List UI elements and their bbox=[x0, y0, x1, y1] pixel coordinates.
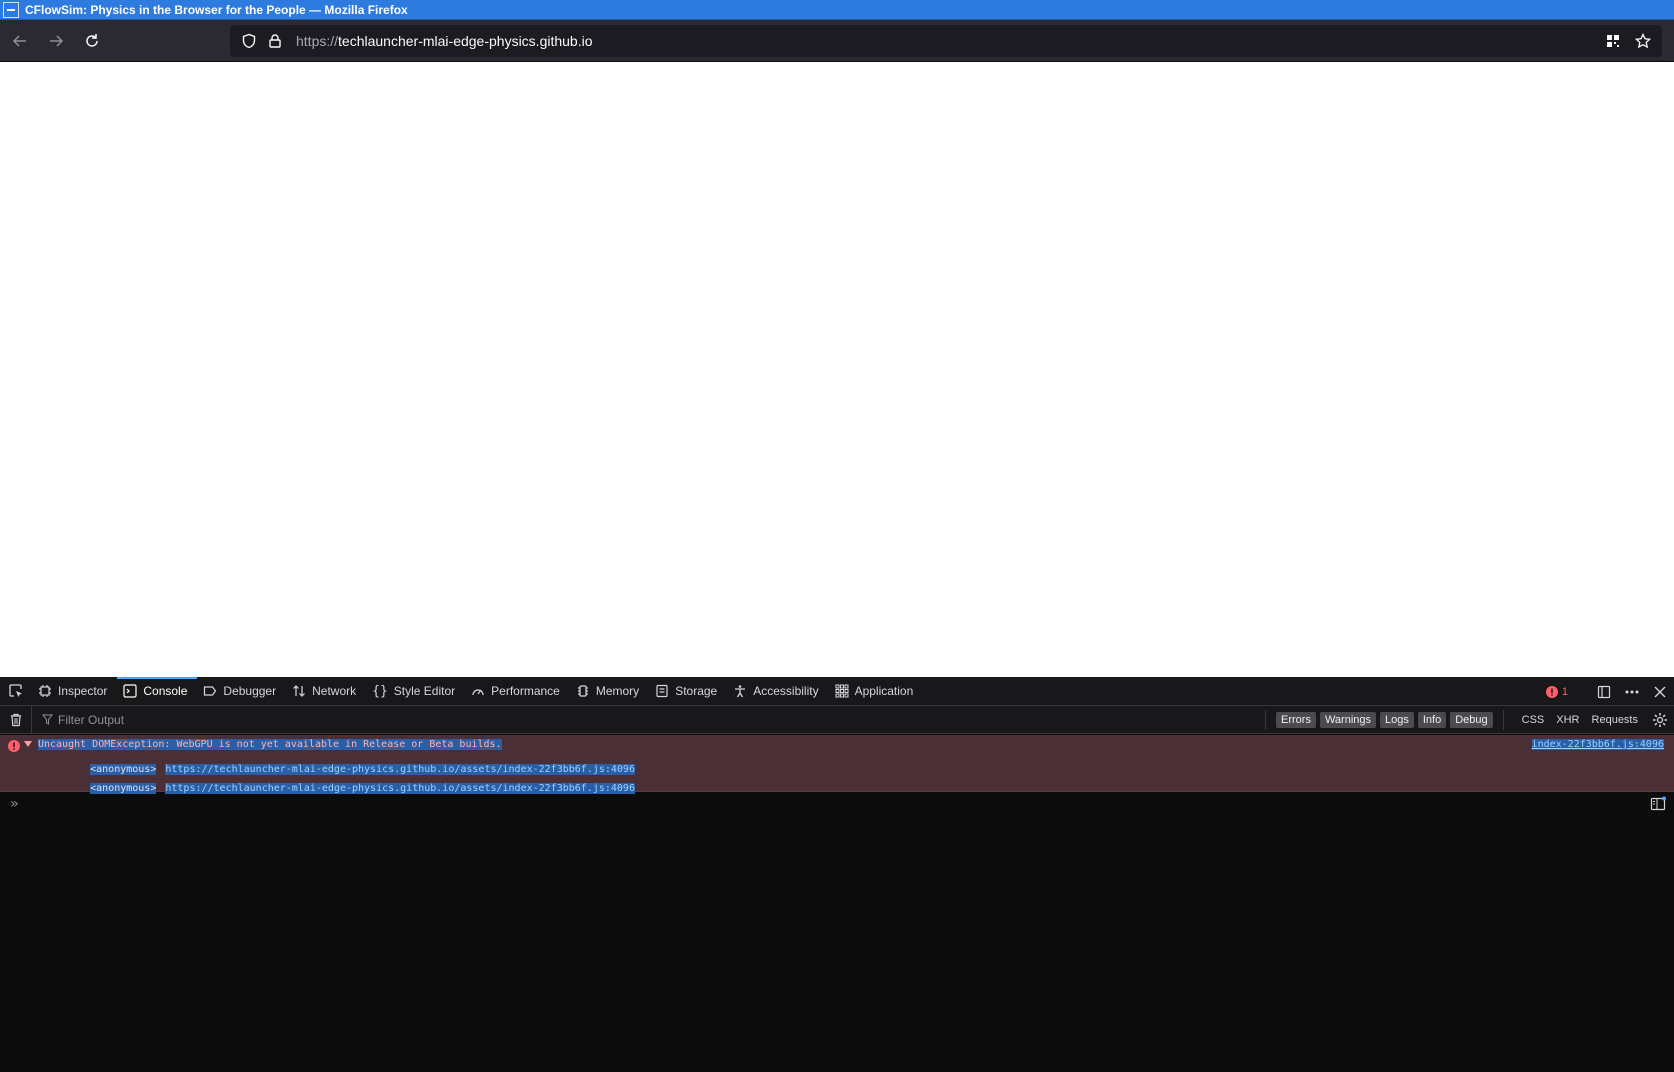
error-count-badge[interactable]: 1 bbox=[1545, 685, 1568, 698]
clear-console-button[interactable] bbox=[0, 705, 32, 734]
trash-icon bbox=[10, 713, 21, 726]
tab-memory[interactable]: Memory bbox=[570, 677, 649, 706]
url-protocol: https:// bbox=[296, 33, 339, 49]
application-icon bbox=[835, 684, 849, 698]
url-bar[interactable]: https://techlauncher-mlai-edge-physics.g… bbox=[230, 25, 1662, 57]
more-options-button[interactable] bbox=[1618, 677, 1646, 706]
debugger-icon bbox=[203, 684, 217, 698]
error-icon bbox=[8, 740, 20, 752]
error-message-text: Uncaught DOMException: WebGPU is not yet… bbox=[38, 739, 502, 750]
accessibility-icon bbox=[733, 684, 747, 698]
tab-style-editor[interactable]: {} Style Editor bbox=[366, 677, 465, 706]
filter-icon bbox=[42, 714, 53, 725]
dock-side-icon bbox=[1597, 685, 1611, 698]
performance-icon bbox=[471, 684, 485, 698]
bookmark-star-button[interactable] bbox=[1630, 28, 1656, 54]
url-text[interactable]: https://techlauncher-mlai-edge-physics.g… bbox=[296, 33, 593, 49]
console-prompt: » bbox=[10, 796, 19, 812]
element-picker-button[interactable] bbox=[0, 677, 32, 706]
close-devtools-button[interactable] bbox=[1646, 677, 1674, 706]
style-editor-icon: {} bbox=[372, 683, 388, 699]
filter-xhr-button[interactable]: XHR bbox=[1556, 714, 1579, 726]
back-arrow-icon bbox=[12, 34, 26, 47]
reload-icon bbox=[86, 33, 98, 47]
back-button[interactable] bbox=[4, 25, 36, 57]
qr-code-icon bbox=[1607, 35, 1619, 47]
divider bbox=[1265, 710, 1266, 730]
divider bbox=[1502, 710, 1504, 730]
navigation-toolbar: https://techlauncher-mlai-edge-physics.g… bbox=[0, 20, 1674, 62]
forward-arrow-icon bbox=[50, 34, 64, 47]
console-filter-bar: Filter Output Errors Warnings Logs Info … bbox=[0, 705, 1674, 734]
tab-debugger[interactable]: Debugger bbox=[197, 677, 286, 706]
tab-console[interactable]: Console bbox=[117, 676, 198, 706]
window-menu-button[interactable] bbox=[3, 1, 19, 18]
filter-errors-button[interactable]: Errors bbox=[1276, 712, 1316, 728]
window-titlebar: CFlowSim: Physics in the Browser for the… bbox=[0, 0, 1674, 20]
filter-debug-button[interactable]: Debug bbox=[1450, 712, 1493, 728]
multiline-editor-icon[interactable] bbox=[1650, 796, 1666, 812]
tab-network[interactable]: Network bbox=[286, 677, 366, 706]
devtools-tabbar: Inspector Console Debugger Network {} Sty… bbox=[0, 676, 1674, 706]
error-icon bbox=[1545, 685, 1558, 698]
tab-accessibility[interactable]: Accessibility bbox=[727, 677, 828, 706]
devtools-tab-list: Inspector Console Debugger Network {} Sty… bbox=[32, 676, 924, 706]
console-input[interactable]: » bbox=[0, 793, 1674, 815]
console-error-message[interactable]: Uncaught DOMException: WebGPU is not yet… bbox=[0, 735, 1674, 794]
console-settings-button[interactable] bbox=[1646, 706, 1674, 734]
reload-button[interactable] bbox=[76, 25, 108, 57]
forward-button[interactable] bbox=[40, 25, 72, 57]
filter-warnings-button[interactable]: Warnings bbox=[1319, 712, 1377, 728]
star-icon bbox=[1635, 33, 1651, 49]
tab-storage[interactable]: Storage bbox=[649, 677, 727, 706]
element-picker-icon bbox=[9, 684, 22, 697]
filter-output-input[interactable]: Filter Output bbox=[42, 713, 124, 727]
url-host: techlauncher-mlai-edge-physics.github.io bbox=[338, 33, 593, 49]
filter-placeholder: Filter Output bbox=[58, 712, 125, 727]
close-icon bbox=[1654, 686, 1666, 697]
qr-code-button[interactable] bbox=[1600, 28, 1626, 54]
inspector-icon bbox=[38, 684, 52, 698]
network-icon bbox=[292, 684, 306, 698]
error-source-link[interactable]: index-22f3bb6f.js:4096 bbox=[1531, 739, 1664, 750]
filter-css-button[interactable]: CSS bbox=[1522, 714, 1545, 726]
expand-arrow-icon[interactable] bbox=[24, 741, 32, 747]
tab-performance[interactable]: Performance bbox=[465, 677, 570, 706]
tab-inspector[interactable]: Inspector bbox=[32, 677, 117, 706]
filter-logs-button[interactable]: Logs bbox=[1380, 712, 1414, 728]
gear-icon bbox=[1653, 713, 1667, 727]
window-title: CFlowSim: Physics in the Browser for the… bbox=[25, 2, 408, 17]
console-icon bbox=[123, 684, 137, 698]
tab-application[interactable]: Application bbox=[829, 677, 924, 706]
padlock-icon[interactable] bbox=[262, 28, 288, 54]
minimize-icon bbox=[7, 8, 15, 11]
storage-icon bbox=[655, 684, 669, 698]
page-content[interactable] bbox=[0, 62, 1674, 677]
filter-requests-button[interactable]: Requests bbox=[1592, 714, 1638, 726]
devtools-panel: Inspector Console Debugger Network {} Sty… bbox=[0, 676, 1674, 1072]
tracking-protection-shield-icon[interactable] bbox=[236, 28, 262, 54]
dock-side-button[interactable] bbox=[1590, 677, 1618, 706]
filter-info-button[interactable]: Info bbox=[1417, 712, 1447, 728]
memory-icon bbox=[576, 684, 590, 698]
more-options-icon bbox=[1625, 690, 1639, 693]
